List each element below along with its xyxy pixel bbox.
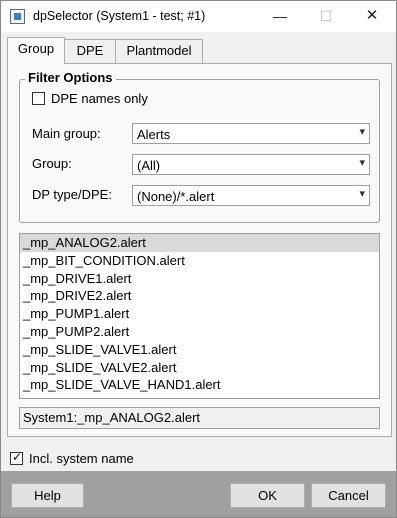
tab-group[interactable]: Group (7, 37, 65, 64)
tab-dpe[interactable]: DPE (64, 39, 116, 63)
dpe-names-only-label: DPE names only (51, 91, 148, 106)
selected-dpe-field: System1:_mp_ANALOG2.alert (19, 407, 380, 429)
incl-system-name-label: Incl. system name (29, 451, 134, 466)
group-value: (All) (137, 158, 161, 173)
main-group-value: Alerts (137, 127, 171, 142)
group-label: Group: (32, 156, 72, 171)
ok-button[interactable]: OK (230, 483, 305, 508)
list-item[interactable]: _mp_PUMP2.alert (20, 323, 379, 341)
main-group-label: Main group: (32, 126, 101, 141)
window-title: dpSelector (System1 - test; #1) (33, 9, 206, 23)
list-item[interactable]: _mp_ANALOG2.alert (20, 234, 379, 252)
tab-plantmodel[interactable]: Plantmodel (115, 39, 203, 63)
incl-system-name-checkbox[interactable]: ✓ (10, 450, 23, 465)
button-bar: Help OK Cancel (1, 471, 396, 517)
list-item[interactable]: _mp_SLIDE_VALVE1.alert (20, 341, 379, 359)
dp-selector-window: dpSelector (System1 - test; #1) — ☐ ✕ Gr… (0, 0, 397, 518)
app-icon (10, 9, 25, 24)
cancel-button[interactable]: Cancel (311, 483, 386, 508)
group-tab-panel: Filter Options DPE names only Main group… (7, 63, 392, 437)
main-group-combo[interactable]: Alerts ▾ (132, 123, 370, 144)
group-combo[interactable]: (All) ▾ (132, 154, 370, 175)
list-item[interactable]: _mp_SLIDE_VALVE_HAND1.alert (20, 376, 379, 394)
chevron-down-icon: ▾ (359, 188, 365, 200)
close-button[interactable]: ✕ (349, 1, 395, 32)
list-item[interactable]: _mp_BIT_CONDITION.alert (20, 252, 379, 270)
check-icon: ✓ (12, 450, 23, 464)
dpe-list[interactable]: _mp_ANALOG2.alert _mp_BIT_CONDITION.aler… (19, 233, 380, 399)
filter-options-group: Filter Options DPE names only Main group… (19, 70, 380, 223)
dpe-names-only-checkbox[interactable] (32, 92, 45, 105)
chevron-down-icon: ▾ (359, 157, 365, 169)
list-item[interactable]: _mp_PUMP1.alert (20, 305, 379, 323)
filter-options-title: Filter Options (25, 70, 116, 85)
dp-type-combo[interactable]: (None)/*.alert ▾ (132, 185, 370, 206)
minimize-button[interactable]: — (257, 1, 303, 32)
list-item[interactable]: _mp_SLIDE_VALVE2.alert (20, 359, 379, 377)
maximize-button[interactable]: ☐ (303, 1, 349, 32)
chevron-down-icon: ▾ (359, 126, 365, 138)
dp-type-label: DP type/DPE: (32, 187, 112, 202)
list-item[interactable]: _mp_DRIVE2.alert (20, 287, 379, 305)
title-bar[interactable]: dpSelector (System1 - test; #1) — ☐ ✕ (1, 1, 396, 32)
list-item[interactable]: _mp_DRIVE1.alert (20, 270, 379, 288)
help-button[interactable]: Help (11, 483, 84, 508)
dp-type-value: (None)/*.alert (137, 189, 215, 204)
